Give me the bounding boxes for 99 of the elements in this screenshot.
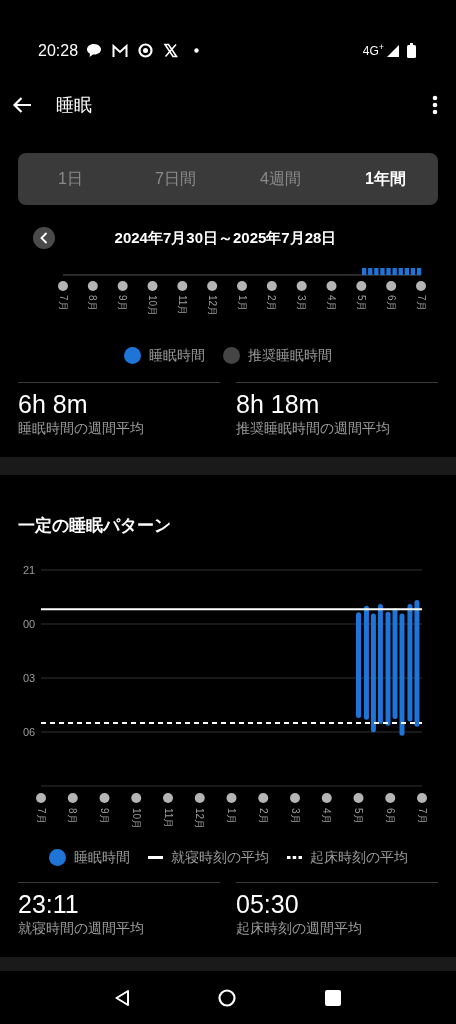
home-button[interactable] — [218, 989, 236, 1007]
legend-label: 就寝時刻の平均 — [170, 847, 269, 867]
month-label: 5月 — [353, 807, 364, 824]
stat-label: 推奨睡眠時間の週間平均 — [236, 420, 391, 438]
month-label: 9月 — [99, 807, 110, 824]
stat-value: 05:30 — [236, 888, 300, 919]
month-dot — [326, 281, 337, 291]
month-label: 10月 — [147, 295, 158, 317]
y-tick-label: 03 — [23, 671, 36, 684]
browser-icon — [138, 43, 154, 58]
back-button[interactable] — [12, 96, 32, 114]
y-tick-label: 21 — [23, 563, 36, 576]
more-icon — [432, 95, 438, 115]
stat-value: 23:11 — [18, 888, 80, 919]
month-dot — [356, 281, 367, 291]
month-label: 7月 — [416, 807, 428, 824]
month-dot — [194, 792, 205, 803]
sleep-bars-drawing — [362, 268, 422, 275]
month-dot — [386, 281, 397, 291]
month-label: 10月 — [130, 807, 142, 829]
legend-label: 睡眠時間 — [149, 346, 205, 365]
month-dot — [353, 792, 364, 803]
month-dot — [226, 792, 237, 803]
month-label: 6月 — [384, 807, 396, 824]
mail-icon — [112, 43, 129, 58]
back-triangle-icon — [114, 990, 129, 1006]
recents-button[interactable] — [325, 990, 342, 1006]
stat-label: 睡眠時間の週間平均 — [18, 420, 145, 438]
month-label: 7月 — [415, 295, 427, 311]
month-dot — [237, 281, 247, 291]
month-dot — [87, 281, 98, 291]
legend-label: 睡眠時間 — [73, 847, 130, 867]
stat-value: 8h 18m — [236, 389, 321, 419]
month-dot — [416, 281, 426, 291]
month-dot — [147, 281, 158, 291]
month-label: 3月 — [289, 807, 301, 824]
month-label: 3月 — [296, 295, 308, 311]
month-dot — [296, 281, 307, 291]
chat-icon — [86, 43, 103, 58]
status-time: 20:28 — [38, 40, 79, 61]
month-dot — [321, 792, 332, 803]
month-label: 6月 — [385, 295, 397, 311]
month-label: 12月 — [194, 807, 206, 829]
month-dot — [58, 281, 68, 291]
dashed-line-icon — [286, 855, 302, 859]
month-dot — [117, 281, 128, 291]
month-label: 7月 — [57, 295, 69, 311]
month-label: 2月 — [266, 295, 278, 311]
back-nav-button[interactable] — [114, 990, 129, 1006]
notification-dot-icon — [194, 48, 200, 53]
battery-icon — [407, 43, 416, 58]
y-tick-label: 00 — [23, 617, 36, 630]
month-dot — [207, 281, 218, 291]
signal-icon — [387, 44, 399, 57]
month-label: 1月 — [226, 807, 237, 824]
period-tab[interactable]: 1日 — [18, 153, 123, 205]
month-label: 7月 — [35, 807, 47, 824]
legend-label: 推奨睡眠時間 — [248, 346, 332, 365]
month-label: 11月 — [162, 807, 174, 829]
month-label: 4月 — [321, 807, 333, 824]
recents-square-icon — [325, 990, 342, 1006]
month-label: 8月 — [67, 807, 79, 824]
period-tab[interactable]: 1年間 — [333, 153, 438, 205]
home-circle-icon — [218, 989, 236, 1007]
month-label: 4月 — [326, 295, 337, 311]
month-dot — [99, 792, 110, 803]
month-dot — [417, 792, 427, 803]
month-dot — [177, 281, 188, 291]
network-type: 4G$^{+}$ — [362, 41, 384, 60]
stat-value: 6h 8m — [18, 389, 89, 419]
y-tick-label: 06 — [23, 725, 36, 738]
month-label: 5月 — [355, 295, 367, 311]
month-label: 1月 — [236, 295, 248, 311]
month-dot — [290, 792, 300, 803]
month-label: 2月 — [257, 807, 269, 824]
date-range: 2024年7月30日～2025年7月28日 — [114, 227, 337, 248]
month-label: 11月 — [176, 295, 188, 316]
previous-button[interactable] — [33, 227, 55, 249]
month-dot — [67, 792, 78, 803]
month-dot — [163, 792, 173, 803]
stat-label: 起床時刻の週間平均 — [236, 919, 363, 938]
month-dot — [131, 792, 142, 803]
more-button[interactable] — [432, 95, 438, 115]
x-logo-icon — [163, 43, 179, 58]
section-title: 一定の睡眠パターン — [17, 515, 172, 538]
legend-label: 起床時刻の平均 — [309, 847, 408, 867]
month-label: 12月 — [206, 295, 218, 317]
stat-label: 就寝時間の週間平均 — [18, 919, 145, 938]
month-dot — [36, 792, 46, 803]
screen-title: 睡眠 — [56, 93, 92, 117]
back-arrow-icon — [12, 96, 32, 114]
month-dot — [266, 281, 277, 291]
period-tab[interactable]: 7日間 — [123, 153, 228, 205]
chevron-left-icon — [40, 232, 48, 244]
month-label: 8月 — [87, 295, 99, 311]
month-dot — [258, 792, 269, 803]
period-tab[interactable]: 4週間 — [228, 153, 333, 205]
month-label: 9月 — [117, 295, 129, 311]
month-dot — [385, 792, 396, 803]
